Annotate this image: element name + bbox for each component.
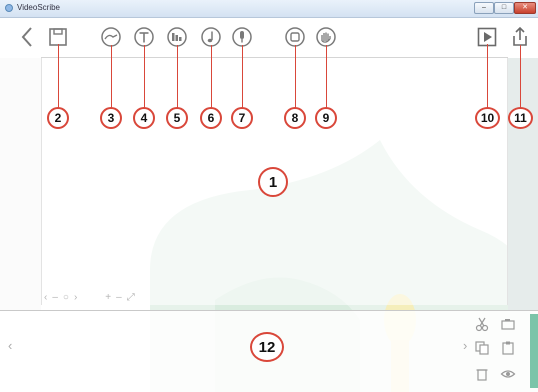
timeline-tools — [472, 314, 530, 390]
title-bar: VideoScribe – □ ✕ — [0, 0, 538, 18]
left-margin — [0, 58, 41, 310]
paste-button[interactable] — [498, 338, 518, 358]
callout-2: 2 — [47, 107, 69, 129]
canvas-navigation: ‹ – ○ › + – ⤢ — [44, 292, 135, 304]
clipboard-icon — [502, 341, 514, 355]
zoom-out-button[interactable]: – — [116, 292, 122, 304]
scissors-icon — [475, 317, 489, 332]
callout-7: 7 — [231, 107, 253, 129]
zoom-in-button[interactable]: + — [105, 292, 111, 304]
callout-11: 11 — [508, 107, 533, 129]
callout-3-leader — [111, 45, 112, 108]
preview-button[interactable] — [498, 364, 518, 384]
close-button[interactable]: ✕ — [514, 2, 536, 14]
app-window: VideoScribe – □ ✕ ‹ – ○ › + – ⤢ ‹ › 2 3 … — [0, 0, 538, 392]
nav-minus-button[interactable]: – — [52, 292, 58, 304]
callout-6: 6 — [200, 107, 222, 129]
cut-button[interactable] — [472, 314, 492, 334]
fit-screen-button[interactable]: ⤢ — [127, 292, 135, 304]
callout-7-leader — [242, 45, 243, 108]
maximize-button[interactable]: □ — [494, 2, 514, 14]
callout-4: 4 — [133, 107, 155, 129]
app-icon — [5, 4, 13, 12]
back-chevron-icon — [21, 27, 32, 47]
window-title: VideoScribe — [17, 3, 60, 12]
minimize-button[interactable]: – — [474, 2, 494, 14]
callout-5: 5 — [166, 107, 188, 129]
right-margin — [508, 58, 538, 310]
delete-button[interactable] — [472, 364, 492, 384]
callout-10-leader — [487, 44, 488, 108]
prev-element-button[interactable]: ‹ — [44, 292, 47, 304]
next-element-button[interactable]: › — [74, 292, 77, 304]
callout-9: 9 — [315, 107, 337, 129]
trash-icon — [476, 369, 488, 381]
camera-button[interactable] — [498, 314, 518, 334]
nav-circle-button[interactable]: ○ — [63, 292, 69, 304]
callout-8: 8 — [284, 107, 306, 129]
callout-1: 1 — [258, 167, 288, 197]
timeline-scroll-left[interactable]: ‹ — [8, 338, 12, 353]
callout-9-leader — [326, 45, 327, 108]
copy-button[interactable] — [472, 338, 492, 358]
callout-4-leader — [144, 45, 145, 108]
main-toolbar — [0, 18, 538, 58]
callout-2-leader — [58, 44, 59, 108]
camera-icon — [501, 319, 515, 330]
callout-11-leader — [520, 45, 521, 108]
timeline-side-tab[interactable] — [530, 314, 538, 388]
callout-6-leader — [211, 45, 212, 108]
callout-5-leader — [177, 45, 178, 108]
callout-10: 10 — [475, 107, 500, 129]
back-button[interactable] — [14, 24, 40, 50]
eye-icon — [500, 370, 516, 378]
timeline-scroll-right[interactable]: › — [463, 338, 467, 353]
copy-icon — [475, 341, 489, 355]
callout-8-leader — [295, 45, 296, 108]
callout-3: 3 — [100, 107, 122, 129]
callout-12: 12 — [250, 332, 284, 362]
